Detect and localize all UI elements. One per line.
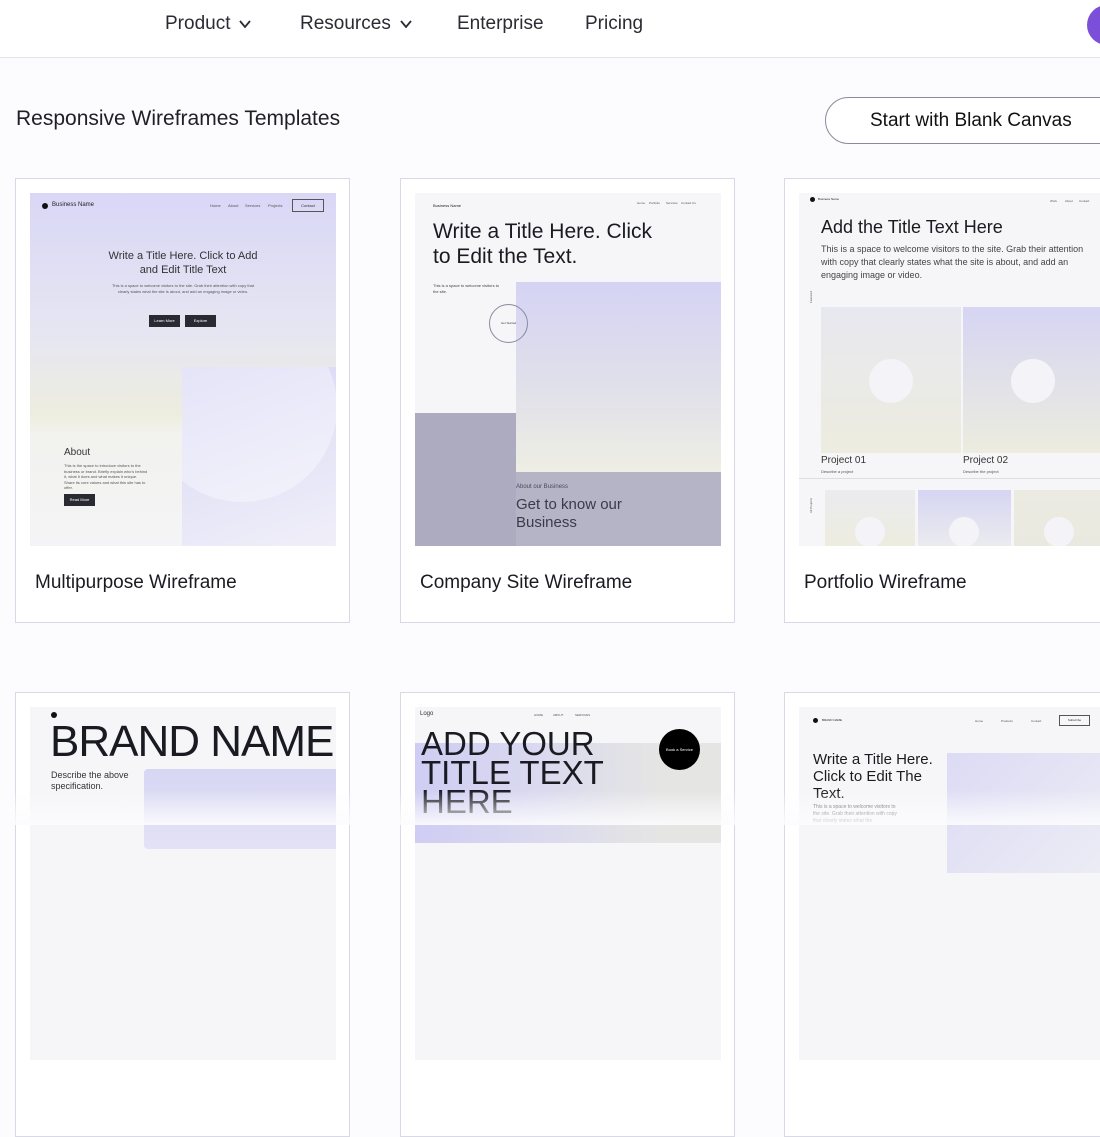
preview-image	[1014, 490, 1100, 546]
preview-title: Write a Title Here. Click to Add and Edi…	[108, 250, 258, 276]
preview-image	[147, 312, 336, 546]
preview-about-body: This is the space to introduce visitors …	[64, 463, 148, 490]
preview-image	[963, 307, 1100, 453]
preview-menu-item: Services	[666, 201, 678, 205]
preview-block	[415, 413, 516, 546]
preview-button: Learn More	[149, 315, 180, 327]
template-card-portfolio[interactable]: Business Name Work About Contact Add the…	[784, 178, 1100, 623]
preview-title: Write a Title Here. Click to Edit The Te…	[813, 751, 933, 802]
preview-title: ADD YOUR TITLE TEXT HERE	[421, 725, 604, 820]
preview-sphere-graphic	[1011, 359, 1055, 403]
preview-sphere-graphic	[1044, 517, 1074, 546]
nav-product-label: Product	[165, 13, 231, 34]
template-name[interactable]: Multipurpose Wireframe	[35, 572, 237, 594]
template-card-add-your-title[interactable]: Logo HOME ABOUT SERVICES ADD YOUR TITLE …	[400, 692, 735, 1137]
preview-menu-item: Contact	[1031, 719, 1042, 723]
preview-brand: Business Name	[818, 197, 840, 201]
preview-menu-item: Home	[210, 203, 221, 208]
preview-image	[144, 769, 336, 849]
preview-sphere-graphic	[949, 517, 979, 546]
preview-brand: BRAND NAME	[822, 718, 843, 722]
preview-menu-item: Home	[637, 201, 646, 205]
preview-body: This is a space to welcome visitors to t…	[433, 283, 500, 294]
preview-image	[825, 490, 915, 546]
template-card-company-site[interactable]: Business Name Home Portfolio Services Co…	[400, 178, 735, 623]
preview-menu-item: Contact Us	[681, 201, 696, 205]
preview-menu-item: Products	[1001, 719, 1013, 723]
template-thumbnail[interactable]: Logo HOME ABOUT SERVICES ADD YOUR TITLE …	[415, 707, 721, 1060]
preview-menu-item: Contact	[1079, 199, 1090, 203]
template-thumbnail[interactable]: Business Name Home About Services Projec…	[30, 193, 336, 546]
preview-title: Add the Title Text Here	[821, 217, 1003, 237]
template-name[interactable]: Portfolio Wireframe	[804, 572, 967, 594]
preview-title: Write a Title Here. Click to Edit the Te…	[433, 220, 652, 268]
template-name[interactable]: Company Site Wireframe	[420, 572, 632, 594]
preview-menu-item: Home	[975, 719, 984, 723]
nav-resources[interactable]: Resources	[300, 13, 413, 35]
preview-image	[918, 490, 1011, 546]
template-card-brand-title[interactable]: BRAND NAME Home Products Contact Subscri…	[784, 692, 1100, 1137]
preview-book-service-badge: Book a Service	[659, 729, 700, 770]
preview-side-label: All Projects	[809, 497, 813, 513]
template-thumbnail[interactable]: BRAND NAME Home Products Contact Subscri…	[799, 707, 1100, 1060]
preview-button: Read More	[64, 494, 95, 506]
preview-logo: Logo	[420, 711, 434, 717]
preview-menu-item: HOME	[534, 713, 543, 717]
nav-resources-label: Resources	[300, 13, 391, 34]
preview-project-sub: Describe the project	[963, 469, 999, 474]
preview-sphere-graphic	[855, 517, 885, 546]
chevron-down-icon	[239, 20, 252, 29]
chevron-down-icon	[400, 20, 412, 29]
preview-button: Explore	[185, 315, 216, 327]
logo-dot-icon	[813, 718, 818, 723]
preview-image	[821, 307, 961, 453]
preview-side-label: Featured	[809, 290, 813, 303]
preview-menu-item: ABOUT	[553, 713, 564, 717]
logo-dot-icon	[810, 197, 815, 202]
preview-brand: Business Name	[52, 202, 95, 208]
preview-menu-item: Projects	[268, 203, 283, 208]
preview-menu-item: About	[228, 203, 239, 208]
preview-contact-button: Contact	[292, 199, 324, 212]
nav-pricing[interactable]: Pricing	[585, 13, 643, 35]
preview-brand: Business Name	[433, 203, 462, 208]
preview-divider	[799, 478, 1100, 479]
preview-body: This is a space to welcome visitors to t…	[813, 804, 897, 824]
logo-dot-icon	[42, 203, 48, 209]
preview-overline: About our Business	[516, 484, 569, 490]
preview-project-title: Project 02	[963, 455, 1009, 466]
template-card-multipurpose[interactable]: Business Name Home About Services Projec…	[15, 178, 350, 623]
preview-about-heading: About	[64, 447, 91, 458]
preview-menu-item: About	[1065, 199, 1073, 203]
top-navigation: Product Resources Enterprise Pricing	[0, 0, 1100, 58]
page-title: Responsive Wireframes Templates	[16, 107, 341, 130]
start-blank-canvas-button[interactable]: Start with Blank Canvas	[825, 97, 1100, 144]
preview-image	[947, 753, 1100, 873]
nav-product[interactable]: Product	[165, 13, 252, 35]
nav-enterprise-label: Enterprise	[457, 13, 544, 34]
nav-enterprise[interactable]: Enterprise	[457, 13, 544, 35]
preview-body: This is a space to welcome visitors to t…	[821, 244, 1084, 280]
preview-body: This is a space to welcome visitors to t…	[111, 283, 255, 294]
template-thumbnail[interactable]: Business Name Work About Contact Add the…	[799, 193, 1100, 546]
avatar[interactable]	[1087, 5, 1100, 45]
preview-sphere-graphic	[147, 312, 336, 502]
preview-brand: BRAND NAME	[50, 717, 334, 766]
preview-menu-item: Services	[245, 203, 261, 208]
preview-project-title: Project 01	[821, 455, 867, 466]
template-thumbnail[interactable]: Business Name Home Portfolio Services Co…	[415, 193, 721, 546]
preview-image	[516, 282, 721, 472]
preview-body: Describe the above specification.	[51, 770, 129, 791]
preview-heading: Get to know our Business	[516, 496, 622, 531]
preview-menu-item: Portfolio	[649, 201, 661, 205]
preview-sphere-graphic	[869, 359, 913, 403]
nav-pricing-label: Pricing	[585, 13, 644, 34]
preview-project-sub: Describe a project	[821, 469, 854, 474]
preview-get-started-circle: Get Started	[489, 304, 528, 343]
preview-menu-item: SERVICES	[575, 713, 591, 717]
template-thumbnail[interactable]: BRAND NAME Describe the above specificat…	[30, 707, 336, 1060]
preview-subscribe-button: Subscribe	[1059, 715, 1090, 726]
template-card-brand-name[interactable]: BRAND NAME Describe the above specificat…	[15, 692, 350, 1137]
preview-menu-item: Work	[1050, 199, 1057, 203]
